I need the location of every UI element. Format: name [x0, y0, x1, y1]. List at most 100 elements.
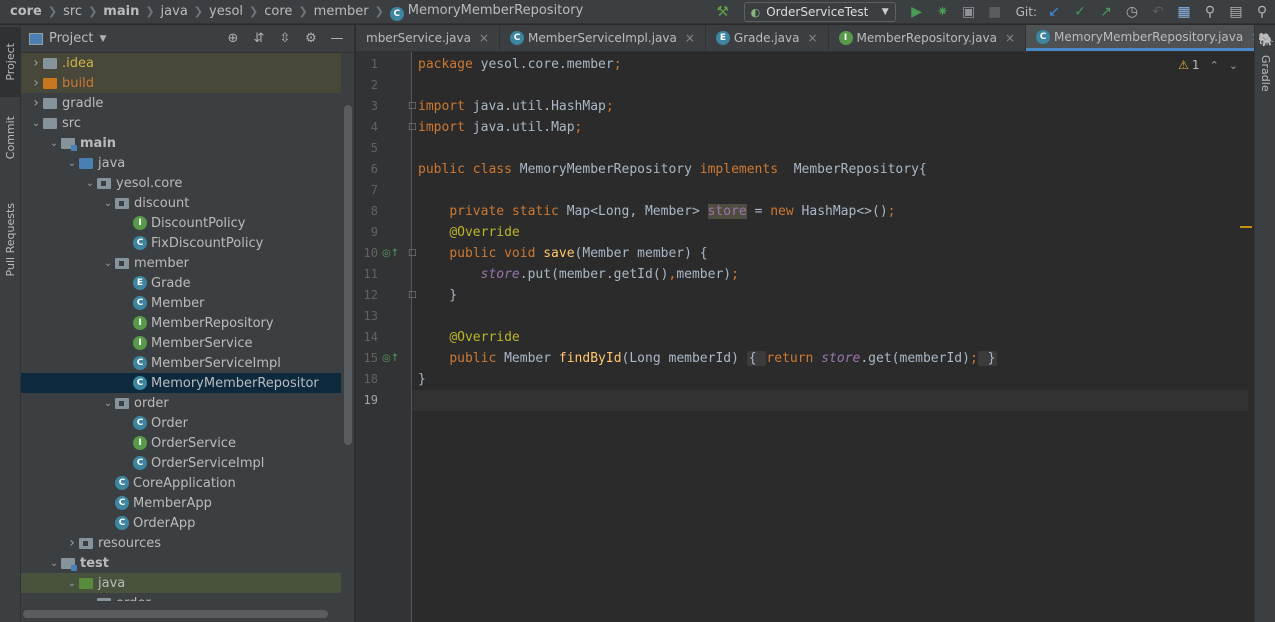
code-line[interactable]: } [418, 369, 426, 390]
breadcrumb-item[interactable]: main [103, 4, 139, 19]
tree-item[interactable]: C FixDiscountPolicy [21, 233, 341, 253]
chevron-down-icon[interactable]: ⌄ [101, 258, 115, 269]
commit-tool-tab[interactable]: Commit [0, 105, 21, 171]
code-line[interactable]: import java.util.Map; [418, 117, 582, 138]
tree-item[interactable]: ⌄ src [21, 113, 341, 133]
chevron-right-icon[interactable]: › [29, 95, 43, 111]
tree-item[interactable]: ⌄ java [21, 573, 341, 593]
fold-marker-icon[interactable]: □ [408, 117, 417, 138]
project-panel-title[interactable]: Project [49, 31, 93, 46]
fold-marker-icon[interactable]: □ [408, 96, 417, 117]
tree-vertical-scrollbar[interactable] [344, 105, 352, 445]
layout-icon[interactable]: ▤ [1225, 1, 1247, 23]
inspection-widget[interactable]: ⚠ 1 ⌃ ⌄ [1178, 58, 1238, 72]
tree-horizontal-scrollbar[interactable] [23, 610, 328, 618]
chevron-right-icon[interactable]: › [29, 55, 43, 71]
chevron-right-icon[interactable]: › [29, 75, 43, 91]
search-icon[interactable]: ⚲ [1199, 1, 1221, 23]
tree-item[interactable]: C OrderApp [21, 513, 341, 533]
fold-marker-icon[interactable]: □ [408, 285, 417, 306]
code-line[interactable]: private static Map<Long, Member> store =… [418, 201, 895, 222]
collapse-all-icon[interactable]: ⇳ [272, 31, 298, 46]
tree-item[interactable]: I OrderService [21, 433, 341, 453]
breadcrumb-item[interactable]: core [264, 4, 292, 19]
chevron-down-icon[interactable]: ⌄ [101, 198, 115, 209]
tree-item[interactable]: I MemberService [21, 333, 341, 353]
tree-item[interactable]: I DiscountPolicy [21, 213, 341, 233]
breadcrumb-item[interactable]: C MemoryMemberRepository [389, 3, 583, 21]
tree-item[interactable]: ⌄ main [21, 133, 341, 153]
override-marker-icon[interactable]: ◎↑ [382, 243, 399, 264]
code-line[interactable]: package yesol.core.member; [418, 54, 622, 75]
gradle-tool-label[interactable]: Gradle [1259, 55, 1272, 92]
git-commit-icon[interactable]: ✓ [1069, 1, 1091, 23]
override-marker-icon[interactable]: ◎↑ [382, 348, 399, 369]
chevron-down-icon[interactable]: ⌄ [47, 138, 61, 149]
chevron-down-icon[interactable]: ⌄ [65, 578, 79, 589]
history-icon[interactable]: ◷ [1121, 1, 1143, 23]
gear-icon[interactable]: ⚙ [298, 31, 324, 46]
tree-item[interactable]: › gradle [21, 93, 341, 113]
chevron-down-icon[interactable]: ▼ [99, 34, 106, 44]
close-icon[interactable]: × [807, 31, 817, 45]
tree-item[interactable]: ⌄ yesol.core [21, 173, 341, 193]
chevron-down-icon[interactable]: ⌄ [65, 158, 79, 169]
pull-requests-tool-tab[interactable]: Pull Requests [0, 185, 21, 295]
tree-item[interactable]: C MemberApp [21, 493, 341, 513]
search-everywhere-icon[interactable]: ⚲ [1251, 1, 1273, 23]
coverage-icon[interactable]: ▣ [958, 1, 980, 23]
tree-item[interactable]: C Order [21, 413, 341, 433]
editor-tab[interactable]: CMemoryMemberRepository.java× [1026, 25, 1254, 51]
code-line[interactable]: public class MemoryMemberRepository impl… [418, 159, 927, 180]
editor-tab[interactable]: C MemberServiceImpl.java × [500, 25, 706, 51]
tree-item[interactable]: › build [21, 73, 341, 93]
code-line[interactable]: @Override [418, 327, 519, 348]
chevron-down-icon[interactable]: ⌄ [83, 598, 97, 602]
tree-item[interactable]: C OrderServiceImpl [21, 453, 341, 473]
hide-icon[interactable]: — [324, 31, 350, 46]
tree-item[interactable]: C CoreApplication [21, 473, 341, 493]
code-line[interactable]: public Member findById(Long memberId) { … [418, 348, 998, 369]
chevron-down-icon[interactable]: ⌄ [83, 178, 97, 189]
tree-item[interactable]: ⌄ java [21, 153, 341, 173]
rollback-icon[interactable]: ↶ [1147, 1, 1169, 23]
code-line[interactable]: @Override [418, 222, 519, 243]
fold-marker-icon[interactable]: □ [408, 243, 417, 264]
code-line[interactable] [412, 390, 1248, 411]
close-icon[interactable]: × [1005, 31, 1015, 45]
tree-item[interactable]: › .idea [21, 53, 341, 73]
tree-item[interactable]: ⌄ order [21, 593, 341, 601]
tree-item[interactable]: ⌄ member [21, 253, 341, 273]
code-editor[interactable]: 1 2 3 □ 4 □ 5 6 7 8 9 10 ◎↑ □ 11 12 □ 13 14 15 ◎↑ 18 19 packag… [356, 52, 1254, 622]
code-line[interactable]: } [418, 285, 457, 306]
tree-item[interactable]: ⌄ test [21, 553, 341, 573]
code-line[interactable]: import java.util.HashMap; [418, 96, 614, 117]
chevron-up-icon[interactable]: ⌃ [1210, 59, 1219, 72]
chevron-right-icon[interactable]: › [65, 535, 79, 551]
tree-item[interactable]: E Grade [21, 273, 341, 293]
close-icon[interactable]: × [685, 31, 695, 45]
chevron-down-icon[interactable]: ⌄ [101, 398, 115, 409]
breadcrumb-item[interactable]: member [314, 4, 369, 19]
git-update-icon[interactable]: ↙ [1043, 1, 1065, 23]
tree-item[interactable]: › resources [21, 533, 341, 553]
tree-item[interactable]: C MemberServiceImpl [21, 353, 341, 373]
close-icon[interactable]: × [479, 31, 489, 45]
locate-icon[interactable]: ⊕ [220, 31, 246, 46]
breadcrumb-item[interactable]: core [10, 4, 42, 19]
editor-tab[interactable]: E Grade.java × [706, 25, 829, 51]
warning-stripe-marker[interactable] [1240, 226, 1252, 228]
editor-tab[interactable]: I MemberRepository.java × [829, 25, 1027, 51]
tree-item[interactable]: ⌄ order [21, 393, 341, 413]
project-structure-icon[interactable]: ▦ [1173, 1, 1195, 23]
stop-icon[interactable]: ■ [984, 1, 1006, 23]
tree-item[interactable]: C Member [21, 293, 341, 313]
code-line[interactable]: store.put(member.getId(),member); [418, 264, 739, 285]
tree-item[interactable]: ⌄ discount [21, 193, 341, 213]
expand-all-icon[interactable]: ⇵ [246, 31, 272, 46]
tree-item[interactable]: C MemoryMemberRepositor [21, 373, 341, 393]
run-icon[interactable]: ▶ [906, 1, 928, 23]
debug-icon[interactable]: ✷ [932, 1, 954, 23]
project-tool-tab[interactable]: Project [0, 27, 21, 97]
run-configuration-dropdown[interactable]: ◐ OrderServiceTest ▼ [743, 2, 896, 22]
